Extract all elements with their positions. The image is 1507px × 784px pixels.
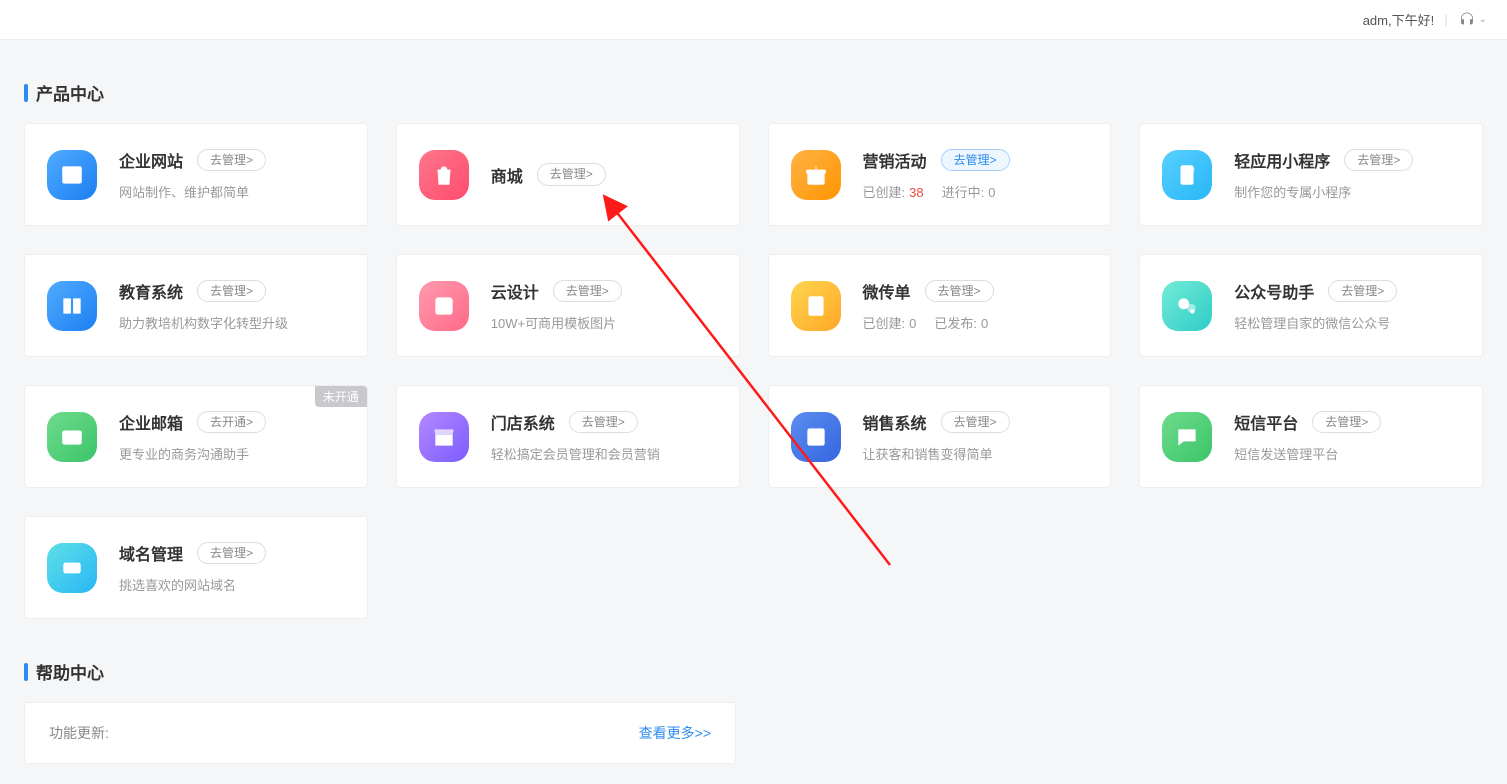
card-desc: 短信发送管理平台 [1234, 444, 1460, 463]
card-sms[interactable]: 短信平台 去管理> 短信发送管理平台 [1139, 385, 1483, 488]
mail-icon [47, 412, 97, 462]
card-sales[interactable]: 销售系统 去管理> 让获客和销售变得简单 [768, 385, 1112, 488]
help-updates-box: 功能更新: 查看更多>> [24, 702, 736, 764]
card-store[interactable]: 门店系统 去管理> 轻松搞定会员管理和会员营销 [396, 385, 740, 488]
card-title: 公众号助手 [1234, 279, 1314, 303]
support-button[interactable]: ⌄ [1458, 11, 1487, 29]
card-mail[interactable]: 未开通 企业邮箱 去开通> 更专业的商务沟通助手 [24, 385, 368, 488]
design-icon [419, 281, 469, 331]
card-marketing[interactable]: 营销活动 去管理> 已创建:38 进行中:0 [768, 123, 1112, 226]
card-title: 教育系统 [119, 279, 183, 303]
card-title: 企业邮箱 [119, 410, 183, 434]
page-content: 产品中心 企业网站 去管理> 网站制作、维护都简单 商城 [0, 40, 1507, 784]
card-mall[interactable]: 商城 去管理> [396, 123, 740, 226]
manage-button[interactable]: 去管理> [197, 149, 266, 171]
domain-icon: W.= [47, 543, 97, 593]
card-title: 门店系统 [491, 410, 555, 434]
manage-button[interactable]: 去管理> [941, 411, 1010, 433]
sms-icon [1162, 412, 1212, 462]
flyer-icon [791, 281, 841, 331]
greeting-text: adm,下午好! [1363, 10, 1435, 29]
separator: | [1444, 12, 1447, 27]
open-button[interactable]: 去开通> [197, 411, 266, 433]
store-icon [419, 412, 469, 462]
marketing-icon [791, 150, 841, 200]
card-title: 微传单 [863, 279, 911, 303]
card-stats: 已创建:38 进行中:0 [863, 182, 1089, 201]
card-desc: 10W+可商用模板图片 [491, 313, 717, 332]
card-title: 企业网站 [119, 148, 183, 172]
card-flyer[interactable]: 微传单 去管理> 已创建:0 已发布:0 [768, 254, 1112, 357]
headset-icon [1458, 11, 1476, 29]
card-desc: 更专业的商务沟通助手 [119, 444, 345, 463]
card-desc: 助力教培机构数字化转型升级 [119, 313, 345, 332]
card-desc: 制作您的专属小程序 [1234, 182, 1460, 201]
section-title-help: 帮助中心 [24, 659, 1483, 684]
manage-button[interactable]: 去管理> [537, 163, 606, 185]
card-design[interactable]: 云设计 去管理> 10W+可商用模板图片 [396, 254, 740, 357]
section-title-products: 产品中心 [24, 80, 1483, 105]
manage-button[interactable]: 去管理> [569, 411, 638, 433]
svg-text:W.=: W.= [65, 564, 79, 573]
not-opened-tag: 未开通 [315, 386, 367, 407]
chevron-down-icon: ⌄ [1479, 14, 1487, 25]
card-miniapp[interactable]: 轻应用小程序 去管理> 制作您的专属小程序 [1139, 123, 1483, 226]
mall-icon [419, 150, 469, 200]
card-title: 短信平台 [1234, 410, 1298, 434]
manage-button[interactable]: 去管理> [553, 280, 622, 302]
manage-button[interactable]: 去管理> [1312, 411, 1381, 433]
card-desc: 网站制作、维护都简单 [119, 182, 345, 201]
top-bar: adm,下午好! | ⌄ [0, 0, 1507, 40]
card-title: 域名管理 [119, 541, 183, 565]
card-edu[interactable]: 教育系统 去管理> 助力教培机构数字化转型升级 [24, 254, 368, 357]
manage-button[interactable]: 去管理> [1344, 149, 1413, 171]
card-title: 轻应用小程序 [1234, 148, 1330, 172]
card-domain[interactable]: W.= 域名管理 去管理> 挑选喜欢的网站域名 [24, 516, 368, 619]
card-title: 商城 [491, 163, 523, 187]
manage-button[interactable]: 去管理> [1328, 280, 1397, 302]
card-desc: 轻松管理自家的微信公众号 [1234, 313, 1460, 332]
manage-button[interactable]: 去管理> [941, 149, 1010, 171]
edu-icon [47, 281, 97, 331]
manage-button[interactable]: 去管理> [197, 280, 266, 302]
card-desc: 轻松搞定会员管理和会员营销 [491, 444, 717, 463]
mp-icon [1162, 281, 1212, 331]
website-icon [47, 150, 97, 200]
product-grid: 企业网站 去管理> 网站制作、维护都简单 商城 去管理> [24, 123, 1483, 619]
card-mp[interactable]: 公众号助手 去管理> 轻松管理自家的微信公众号 [1139, 254, 1483, 357]
card-stats: 已创建:0 已发布:0 [863, 313, 1089, 332]
card-title: 营销活动 [863, 148, 927, 172]
manage-button[interactable]: 去管理> [925, 280, 994, 302]
card-website[interactable]: 企业网站 去管理> 网站制作、维护都简单 [24, 123, 368, 226]
card-title: 销售系统 [863, 410, 927, 434]
miniapp-icon [1162, 150, 1212, 200]
sales-icon [791, 412, 841, 462]
card-desc: 让获客和销售变得简单 [863, 444, 1089, 463]
updates-label: 功能更新: [49, 723, 109, 743]
card-title: 云设计 [491, 279, 539, 303]
manage-button[interactable]: 去管理> [197, 542, 266, 564]
card-desc: 挑选喜欢的网站域名 [119, 575, 345, 594]
view-more-link[interactable]: 查看更多>> [639, 723, 711, 743]
